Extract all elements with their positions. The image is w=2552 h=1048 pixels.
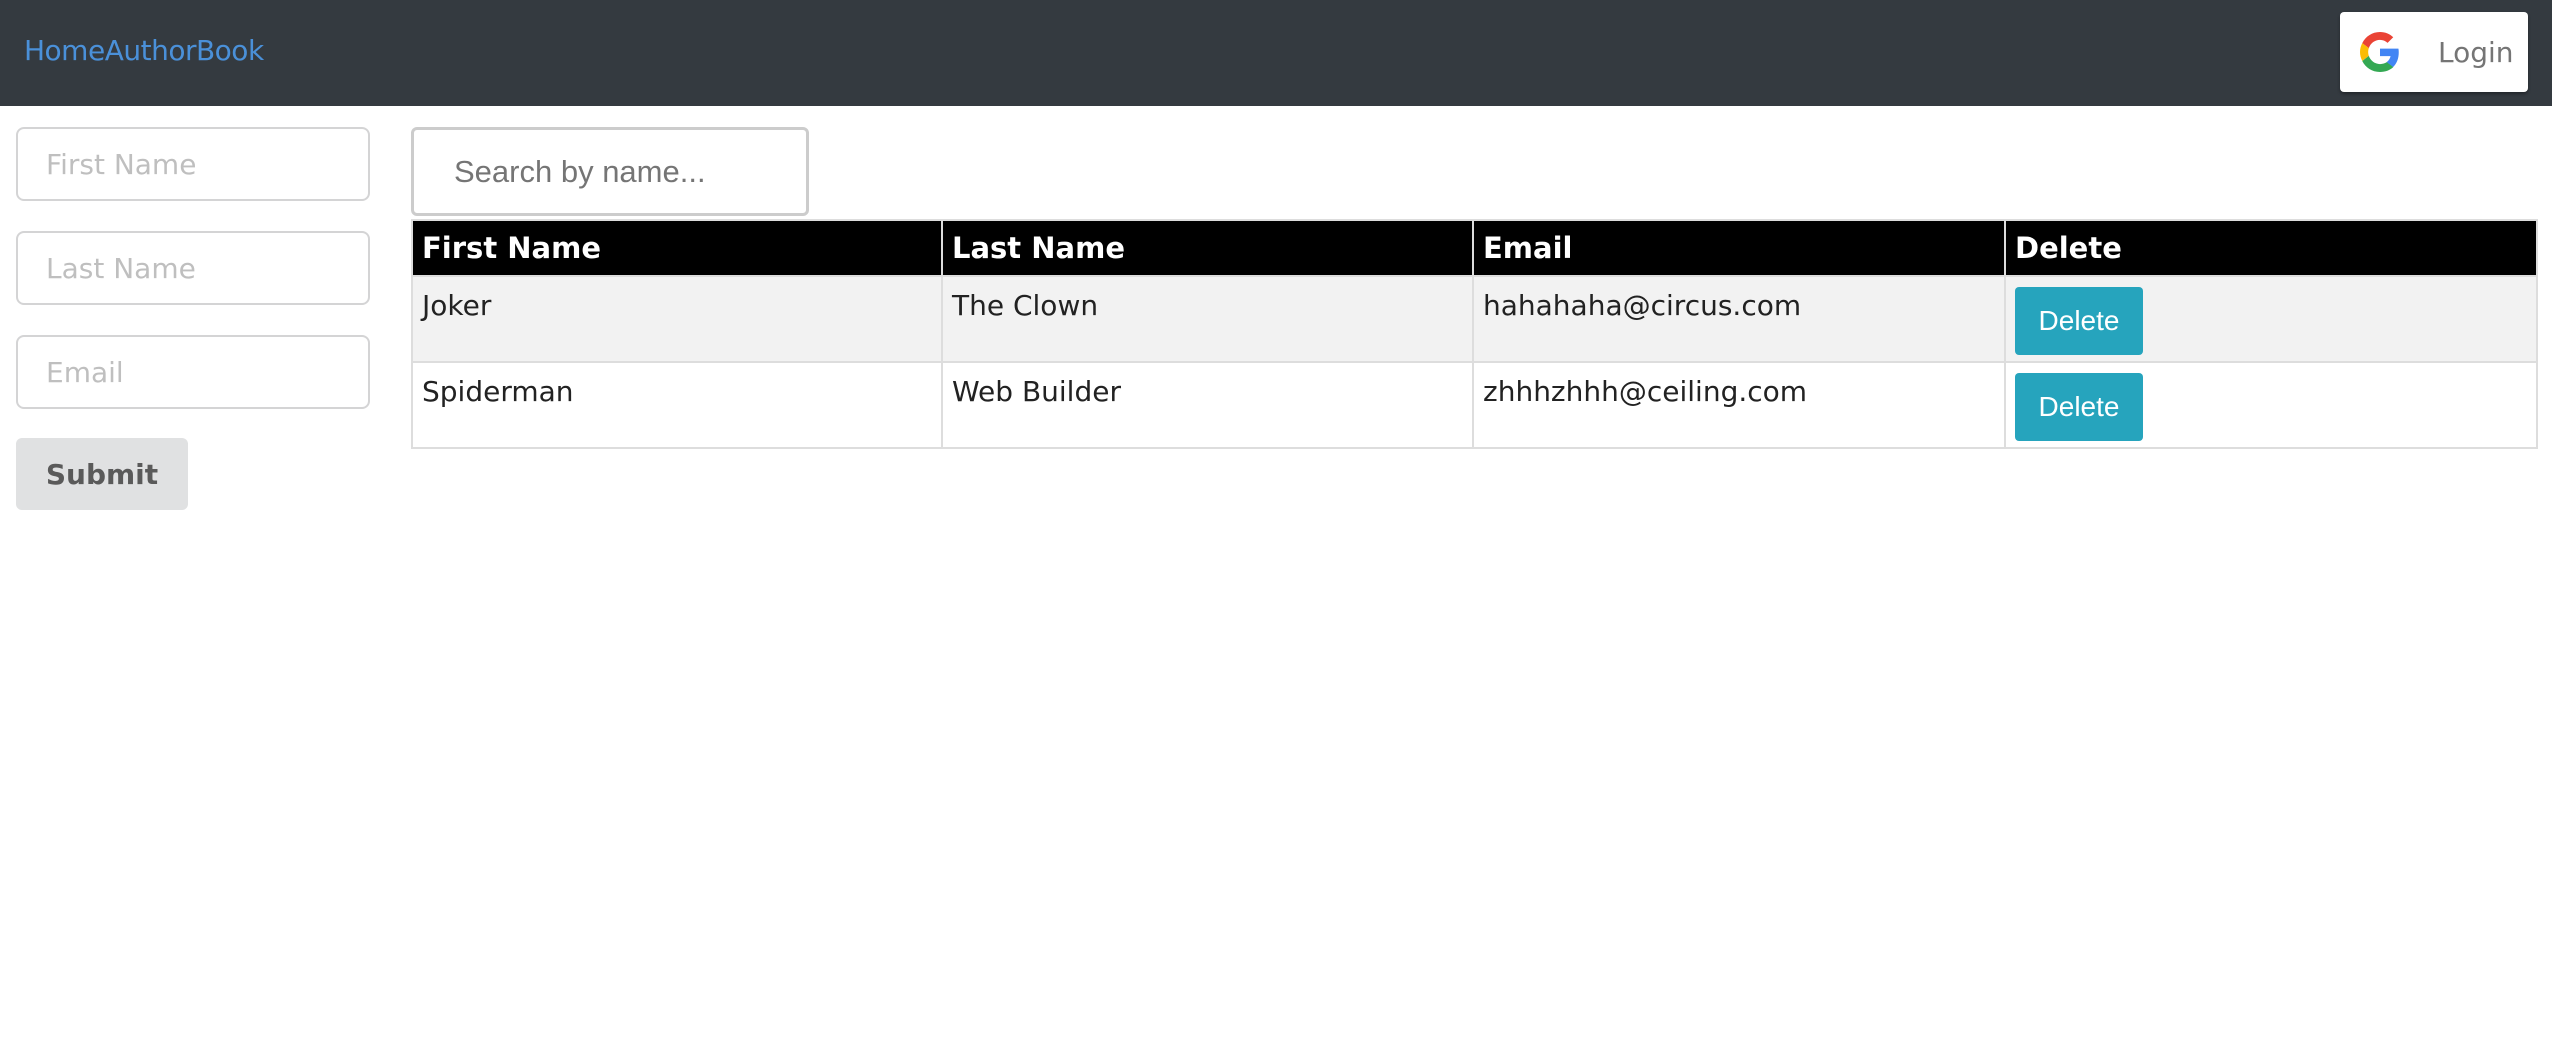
google-icon bbox=[2360, 32, 2399, 72]
submit-button[interactable]: Submit bbox=[16, 438, 188, 510]
cell-email: hahahaha@circus.com bbox=[1472, 275, 2006, 363]
top-navbar: Home Author Book Login bbox=[0, 0, 2552, 106]
table-header-row: First Name Last Name Email Delete bbox=[411, 219, 2538, 277]
column-header-delete: Delete bbox=[2004, 219, 2538, 277]
column-header-first-name: First Name bbox=[411, 219, 943, 277]
google-login-button[interactable]: Login bbox=[2340, 12, 2528, 92]
table-row: Joker The Clown hahahaha@circus.com Dele… bbox=[411, 275, 2538, 363]
cell-delete: Delete bbox=[2004, 275, 2538, 363]
column-header-email: Email bbox=[1472, 219, 2006, 277]
nav-links: Home Author Book bbox=[24, 34, 264, 67]
cell-last-name: The Clown bbox=[941, 275, 1474, 363]
cell-email: zhhhzhhh@ceiling.com bbox=[1472, 361, 2006, 449]
nav-link-book[interactable]: Book bbox=[196, 34, 264, 67]
first-name-input[interactable] bbox=[16, 127, 370, 201]
delete-button[interactable]: Delete bbox=[2015, 287, 2143, 355]
cell-last-name: Web Builder bbox=[941, 361, 1474, 449]
login-label: Login bbox=[2438, 36, 2514, 69]
table-row: Spiderman Web Builder zhhhzhhh@ceiling.c… bbox=[411, 361, 2538, 449]
cell-delete: Delete bbox=[2004, 361, 2538, 449]
nav-link-home[interactable]: Home bbox=[24, 34, 105, 67]
nav-link-author[interactable]: Author bbox=[105, 34, 197, 67]
authors-table: First Name Last Name Email Delete Joker … bbox=[411, 219, 2538, 449]
search-input[interactable] bbox=[411, 127, 809, 216]
column-header-last-name: Last Name bbox=[941, 219, 1474, 277]
cell-first-name: Joker bbox=[411, 275, 943, 363]
cell-first-name: Spiderman bbox=[411, 361, 943, 449]
last-name-input[interactable] bbox=[16, 231, 370, 305]
email-input[interactable] bbox=[16, 335, 370, 409]
delete-button[interactable]: Delete bbox=[2015, 373, 2143, 441]
